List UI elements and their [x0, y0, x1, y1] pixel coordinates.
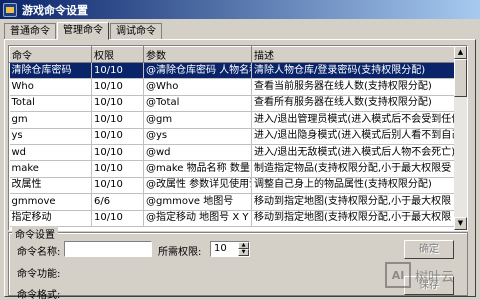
spin-up-icon[interactable]: ▲: [238, 242, 249, 249]
tab-admin-commands[interactable]: 管理命令: [57, 22, 109, 40]
cell-permission: 10/10: [91, 210, 144, 227]
column-header-params[interactable]: 参数: [143, 46, 252, 63]
cell-command: 指定移动: [9, 210, 92, 227]
watermark-text: 树叶云: [415, 269, 455, 285]
cell-description: 进入/退出管理员模式(进入模式后不会受到任何: [251, 111, 454, 129]
table-row[interactable]: make 10/10 @make 物品名称 数量 制造指定物品(支持权限分配,小于最大…: [9, 160, 454, 178]
command-format-label: 命令格式:: [17, 290, 61, 300]
table-row[interactable]: 指定移动 10/10 @指定移动 地图号 X Y 移动到指定地图(支持权限分配,小于最…: [9, 210, 454, 227]
table-row[interactable]: 改属性10/10@改属性 参数详见使用说明调整自己身上的物品属性(支持权限分配): [9, 177, 454, 195]
column-header-permission[interactable]: 权限: [91, 46, 144, 63]
title-bar: 游戏命令设置: [0, 0, 480, 19]
cell-command: 改属性: [9, 177, 92, 195]
cell-permission: 10/10: [91, 95, 144, 113]
required-permission-label: 所需权限:: [158, 247, 202, 258]
cell-params: @gmmove 地图号: [143, 193, 252, 211]
cell-description: 进入/退出无敌模式(进入模式后人物不会死亡): [251, 144, 454, 162]
cell-permission: 10/10: [91, 144, 144, 162]
tab-strip: 普通命令 管理命令 调试命令: [4, 22, 163, 40]
cell-command: gm: [9, 111, 92, 129]
cell-params: @清除仓库密码 人物名称: [143, 62, 252, 80]
cell-params: @ys: [143, 128, 252, 145]
watermark-logo-icon: AI: [385, 262, 411, 288]
cell-permission: 10/10: [91, 128, 144, 145]
cell-description: 进入/退出隐身模式(进入模式后别人看不到自己: [251, 128, 454, 145]
scroll-down-arrow-icon[interactable]: ▼: [454, 217, 467, 230]
permission-value: 10: [214, 243, 227, 254]
vertical-scrollbar[interactable]: ▲ ▼: [454, 46, 467, 230]
table-row[interactable]: gm 10/10 @gm 进入/退出管理员模式(进入模式后不会受到任何: [9, 111, 454, 129]
confirm-button[interactable]: 确定: [404, 240, 454, 259]
cell-params: @wd: [143, 144, 252, 162]
table-row[interactable]: Total 10/10 @Total 查看所有服务器在线人数(支持权限分配): [9, 95, 454, 113]
cell-description: 查看所有服务器在线人数(支持权限分配): [251, 95, 454, 113]
cell-command: Who: [9, 78, 92, 96]
table-row[interactable]: 清除仓库密码 10/10 @清除仓库密码 人物名称 清除人物仓库/登录密码(支持权限分…: [9, 62, 454, 80]
cell-command: wd: [9, 144, 92, 162]
cell-params: @改属性 参数详见使用说明: [143, 177, 252, 195]
table-row[interactable]: wd 10/10 @wd 进入/退出无敌模式(进入模式后人物不会死亡): [9, 144, 454, 162]
column-header-command[interactable]: 命令: [9, 46, 92, 63]
cell-permission: 10/10: [91, 160, 144, 178]
cell-command: ys: [9, 128, 92, 145]
column-header-description[interactable]: 描述: [251, 46, 454, 63]
permission-spinner[interactable]: 10 ▲ ▼: [210, 241, 250, 257]
table-row[interactable]: gmmove 6/6 @gmmove 地图号 移动到指定地图(支持权限分配,小于最大权…: [9, 193, 454, 211]
cell-params: @指定移动 地图号 X Y: [143, 210, 252, 227]
cell-params: @Who: [143, 78, 252, 96]
command-function-label: 命令功能:: [17, 269, 61, 280]
watermark: AI 树叶云: [385, 262, 454, 288]
cell-permission: 10/10: [91, 111, 144, 129]
cell-permission: 10/10: [91, 177, 144, 195]
table-header-row: 命令 权限 参数 描述: [9, 46, 454, 63]
command-settings-title: 命令设置: [12, 226, 58, 241]
cell-description: 移动到指定地图(支持权限分配,小于最大权限: [251, 193, 454, 211]
scrollbar-thumb[interactable]: [454, 59, 467, 97]
cell-params: @make 物品名称 数量: [143, 160, 252, 178]
cell-command: gmmove: [9, 193, 92, 211]
window-title: 游戏命令设置: [22, 3, 88, 17]
cell-description: 查看当前服务器在线人数(支持权限分配): [251, 78, 454, 96]
cell-description: 制造指定物品(支持权限分配,小于最大权限受: [251, 160, 454, 178]
app-icon: [3, 2, 17, 17]
table-row[interactable]: Who 10/10 @Who 查看当前服务器在线人数(支持权限分配): [9, 78, 454, 96]
cell-permission: 6/6: [91, 193, 144, 211]
cell-params: @Total: [143, 95, 252, 113]
cell-params: @gm: [143, 111, 252, 129]
scroll-up-arrow-icon[interactable]: ▲: [454, 46, 467, 59]
cell-command: 清除仓库密码: [9, 62, 92, 80]
cell-description: 移动到指定地图(支持权限分配,小于最大权限: [251, 210, 454, 227]
command-name-input[interactable]: [64, 241, 152, 257]
cell-command: Total: [9, 95, 92, 113]
cell-command: make: [9, 160, 92, 178]
table-row[interactable]: ys 10/10 @ys 进入/退出隐身模式(进入模式后别人看不到自己: [9, 128, 454, 145]
tab-debug-commands[interactable]: 调试命令: [110, 23, 162, 40]
tab-normal-commands[interactable]: 普通命令: [4, 23, 56, 40]
spin-down-icon[interactable]: ▼: [238, 249, 249, 256]
command-table: 命令 权限 参数 描述 清除仓库密码 10/10 @清除仓库密码 人物名称 清除人物仓…: [9, 46, 454, 227]
cell-permission: 10/10: [91, 62, 144, 80]
cell-description: 清除人物仓库/登录密码(支持权限分配): [251, 62, 454, 80]
cell-permission: 10/10: [91, 78, 144, 96]
command-name-label: 命令名称:: [17, 247, 61, 258]
cell-description: 调整自己身上的物品属性(支持权限分配): [251, 177, 454, 195]
command-grid[interactable]: 命令 权限 参数 描述 清除仓库密码 10/10 @清除仓库密码 人物名称 清除人物仓…: [8, 45, 468, 231]
